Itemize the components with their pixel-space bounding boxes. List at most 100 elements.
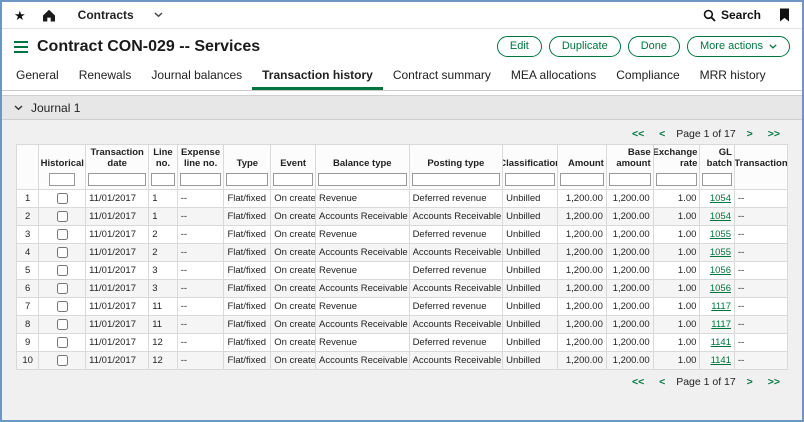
historical-checkbox[interactable] bbox=[57, 229, 68, 240]
filter-input-event[interactable] bbox=[273, 173, 313, 186]
home-icon[interactable] bbox=[42, 9, 56, 22]
column-header-posting[interactable]: Posting type bbox=[409, 145, 503, 190]
table-row[interactable]: 1011/01/201712--Flat/fixedOn createAccou… bbox=[17, 352, 788, 370]
tab-mrr-history[interactable]: MRR history bbox=[690, 61, 776, 90]
table-row[interactable]: 311/01/20172--Flat/fixedOn createRevenue… bbox=[17, 226, 788, 244]
cell-balance: Accounts Receivable bbox=[316, 244, 410, 262]
gl-batch-link[interactable]: 1055 bbox=[710, 229, 731, 240]
filter-input-type[interactable] bbox=[226, 173, 268, 186]
gl-batch-link[interactable]: 1054 bbox=[710, 211, 731, 222]
cell-gl: 1054 bbox=[700, 190, 735, 208]
column-header-gl[interactable]: GL batch bbox=[700, 145, 735, 190]
filter-input-amount[interactable] bbox=[560, 173, 604, 186]
table-row[interactable]: 711/01/201711--Flat/fixedOn createRevenu… bbox=[17, 298, 788, 316]
journal-section-title: Journal 1 bbox=[31, 101, 80, 115]
tab-mea-allocations[interactable]: MEA allocations bbox=[501, 61, 606, 90]
column-header-type[interactable]: Type bbox=[224, 145, 271, 190]
table-row[interactable]: 111/01/20171--Flat/fixedOn createRevenue… bbox=[17, 190, 788, 208]
record-list-icon[interactable] bbox=[14, 41, 28, 53]
filter-input-expense[interactable] bbox=[180, 173, 222, 186]
historical-checkbox[interactable] bbox=[57, 301, 68, 312]
filter-input-date[interactable] bbox=[88, 173, 146, 186]
first-page-button[interactable]: << bbox=[632, 128, 644, 140]
historical-checkbox[interactable] bbox=[57, 247, 68, 258]
last-page-button[interactable]: >> bbox=[768, 376, 780, 388]
tab-contract-summary[interactable]: Contract summary bbox=[383, 61, 501, 90]
tab-renewals[interactable]: Renewals bbox=[69, 61, 142, 90]
historical-checkbox[interactable] bbox=[57, 211, 68, 222]
cell-type: Flat/fixed bbox=[224, 226, 271, 244]
gl-batch-link[interactable]: 1054 bbox=[710, 193, 731, 204]
historical-checkbox[interactable] bbox=[57, 355, 68, 366]
cell-base: 1,200.00 bbox=[606, 316, 653, 334]
tab-transaction-history[interactable]: Transaction history bbox=[252, 61, 383, 90]
favorites-star-icon[interactable]: ★ bbox=[14, 9, 26, 22]
page-indicator: Page 1 of 17 bbox=[676, 128, 736, 140]
column-header-amount[interactable]: Amount bbox=[558, 145, 607, 190]
column-header-rate[interactable]: Exchange rate bbox=[653, 145, 700, 190]
gl-batch-link[interactable]: 1056 bbox=[710, 283, 731, 294]
gl-batch-link[interactable]: 1117 bbox=[711, 319, 731, 330]
table-row[interactable]: 511/01/20173--Flat/fixedOn createRevenue… bbox=[17, 262, 788, 280]
filter-input-balance[interactable] bbox=[318, 173, 407, 186]
bookmark-icon[interactable] bbox=[779, 8, 790, 22]
gl-batch-link[interactable]: 1141 bbox=[711, 355, 731, 366]
gl-batch-link[interactable]: 1055 bbox=[710, 247, 731, 258]
table-row[interactable]: 611/01/20173--Flat/fixedOn createAccount… bbox=[17, 280, 788, 298]
column-header-class[interactable]: Classification bbox=[503, 145, 558, 190]
cell-line: 3 bbox=[149, 280, 177, 298]
filter-input-line[interactable] bbox=[151, 173, 174, 186]
gl-batch-link[interactable]: 1141 bbox=[711, 337, 731, 348]
column-header-historical[interactable]: Historical bbox=[39, 145, 86, 190]
column-header-base[interactable]: Base amount bbox=[606, 145, 653, 190]
cell-date: 11/01/2017 bbox=[86, 352, 149, 370]
table-row[interactable]: 811/01/201711--Flat/fixedOn createAccoun… bbox=[17, 316, 788, 334]
last-page-button[interactable]: >> bbox=[768, 128, 780, 140]
filter-input-gl[interactable] bbox=[702, 173, 732, 186]
cell-balance: Accounts Receivable bbox=[316, 316, 410, 334]
cell-base: 1,200.00 bbox=[606, 244, 653, 262]
first-page-button[interactable]: << bbox=[632, 376, 644, 388]
gl-batch-link[interactable]: 1117 bbox=[711, 301, 731, 312]
column-header-expense[interactable]: Expense line no. bbox=[177, 145, 224, 190]
next-page-button[interactable]: > bbox=[747, 128, 753, 140]
gl-batch-link[interactable]: 1056 bbox=[710, 265, 731, 276]
column-header-balance[interactable]: Balance type bbox=[316, 145, 410, 190]
table-row[interactable]: 411/01/20172--Flat/fixedOn createAccount… bbox=[17, 244, 788, 262]
filter-input-historical[interactable] bbox=[49, 173, 75, 186]
table-row[interactable]: 211/01/20171--Flat/fixedOn createAccount… bbox=[17, 208, 788, 226]
filter-input-base[interactable] bbox=[609, 173, 651, 186]
column-header-line[interactable]: Line no. bbox=[149, 145, 177, 190]
historical-checkbox[interactable] bbox=[57, 283, 68, 294]
cell-rate: 1.00 bbox=[653, 262, 700, 280]
column-header-num[interactable] bbox=[17, 145, 39, 190]
historical-checkbox[interactable] bbox=[57, 319, 68, 330]
tab-journal-balances[interactable]: Journal balances bbox=[141, 61, 252, 90]
historical-checkbox[interactable] bbox=[57, 337, 68, 348]
journal-section-header[interactable]: Journal 1 bbox=[2, 95, 802, 120]
search-button[interactable]: Search bbox=[703, 8, 761, 22]
tab-general[interactable]: General bbox=[6, 61, 69, 90]
column-header-event[interactable]: Event bbox=[271, 145, 316, 190]
edit-button[interactable]: Edit bbox=[497, 36, 542, 57]
historical-checkbox[interactable] bbox=[57, 265, 68, 276]
app-menu-contracts[interactable]: Contracts bbox=[78, 8, 163, 22]
table-row[interactable]: 911/01/201712--Flat/fixedOn createRevenu… bbox=[17, 334, 788, 352]
historical-checkbox[interactable] bbox=[57, 193, 68, 204]
prev-page-button[interactable]: < bbox=[659, 376, 665, 388]
prev-page-button[interactable]: < bbox=[659, 128, 665, 140]
column-header-txn[interactable]: Transaction bbox=[735, 145, 788, 190]
more-actions-label: More actions bbox=[700, 40, 763, 53]
page-indicator: Page 1 of 17 bbox=[676, 376, 736, 388]
done-button[interactable]: Done bbox=[628, 36, 680, 57]
more-actions-button[interactable]: More actions bbox=[687, 36, 790, 57]
filter-input-posting[interactable] bbox=[412, 173, 501, 186]
column-header-date[interactable]: Transaction date bbox=[86, 145, 149, 190]
filter-input-class[interactable] bbox=[505, 173, 555, 186]
duplicate-button[interactable]: Duplicate bbox=[549, 36, 621, 57]
tab-compliance[interactable]: Compliance bbox=[606, 61, 689, 90]
cell-event: On create bbox=[271, 226, 316, 244]
cell-date: 11/01/2017 bbox=[86, 226, 149, 244]
next-page-button[interactable]: > bbox=[747, 376, 753, 388]
filter-input-rate[interactable] bbox=[656, 173, 698, 186]
